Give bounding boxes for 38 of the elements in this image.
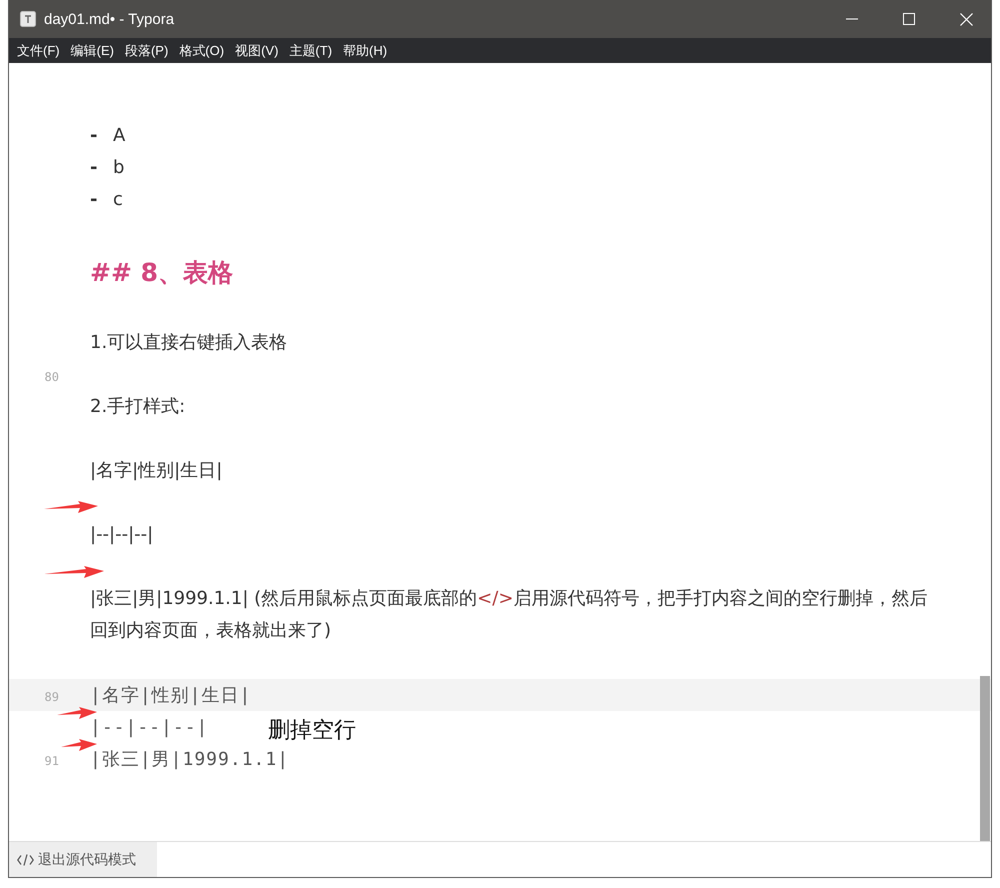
- annotation-arrow: [61, 739, 97, 751]
- menu-item[interactable]: 帮助(H): [343, 42, 388, 60]
- paragraph-text: |名字|性别|生日|: [90, 459, 224, 483]
- menu-item[interactable]: 段落(P): [124, 42, 168, 60]
- maximize-icon[interactable]: [903, 13, 915, 25]
- source-line: |张三|男|1999.1.1|: [90, 748, 290, 771]
- paragraph-text: |张三|男|1999.1.1| (然后用鼠标点页面最底部的</>启用源代码符号，把手打内容之间的空行删掉，然后回到内容页面，表格就出来了): [90, 587, 928, 643]
- list-item-text: b: [113, 156, 124, 178]
- list-marker: -: [90, 156, 98, 178]
- menu-item[interactable]: 文件(F): [17, 42, 60, 60]
- annotation-arrow: [44, 566, 104, 578]
- source-line: |名字|性别|生日|: [90, 684, 252, 707]
- window-title: day01.md• - Typora: [44, 10, 174, 28]
- menu-item[interactable]: 格式(O): [179, 42, 224, 60]
- list-item-text: c: [113, 188, 123, 210]
- paragraph-text: |--|--|--|: [90, 523, 154, 547]
- code-icon: [17, 854, 34, 866]
- scrollbar-thumb[interactable]: [980, 676, 990, 841]
- list-marker: -: [90, 124, 98, 146]
- annotation-note: 删掉空行: [268, 717, 356, 745]
- annotation-arrow: [57, 707, 97, 719]
- list-item-text: A: [113, 124, 126, 146]
- line-number: 91: [44, 754, 59, 768]
- annotation-arrow: [44, 501, 98, 513]
- source-mode-button[interactable]: 退出源代码模式: [9, 842, 157, 877]
- menu-item[interactable]: 编辑(E): [70, 42, 114, 60]
- list-marker: -: [90, 188, 98, 210]
- paragraph-text: 2.手打样式:: [90, 395, 186, 419]
- line-number: 80: [44, 370, 59, 384]
- minimize-icon[interactable]: [846, 18, 858, 20]
- paragraph-text: 1.可以直接右键插入表格: [90, 331, 288, 355]
- app-icon: [20, 11, 36, 27]
- menu-item[interactable]: 视图(V): [235, 42, 278, 60]
- line-number: 89: [44, 690, 59, 704]
- heading-text: ## 8、表格: [90, 257, 233, 289]
- source-line: |--|--|--|: [90, 716, 208, 738]
- close-icon[interactable]: [960, 12, 973, 26]
- menu-item[interactable]: 主题(T): [289, 42, 332, 60]
